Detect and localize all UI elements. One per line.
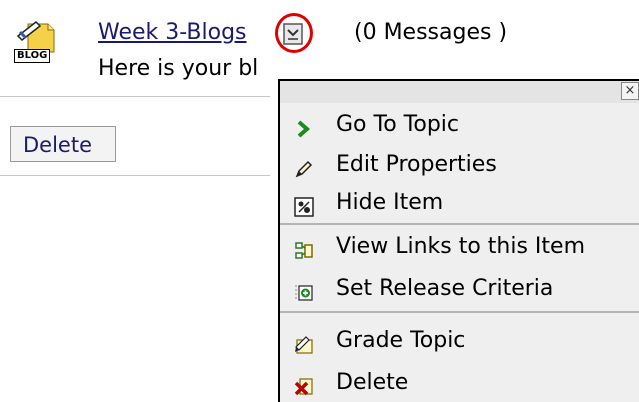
blog-badge: BLOG	[14, 49, 51, 63]
pencil-icon	[294, 155, 314, 178]
menu-item-label: Grade Topic	[336, 328, 466, 353]
menu-separator	[280, 311, 639, 313]
menu-item-label: Delete	[336, 370, 409, 395]
grade-icon	[294, 331, 314, 354]
delete-button[interactable]: Delete	[10, 126, 116, 162]
divider	[0, 96, 270, 97]
menu-item-set-release-criteria[interactable]: Set Release Criteria	[280, 271, 639, 307]
menu-item-label: Go To Topic	[336, 112, 459, 137]
menu-item-view-links[interactable]: View Links to this Item	[280, 229, 639, 265]
menu-item-hide-item[interactable]: Hide Item	[280, 185, 639, 221]
blog-icon: BLOG	[14, 20, 58, 64]
release-criteria-icon	[294, 279, 314, 301]
context-menu: × Go To Topic Edit Properties Hide Item …	[278, 79, 639, 402]
divider	[0, 175, 270, 176]
topic-description: Here is your bl	[98, 56, 259, 81]
links-icon	[294, 237, 314, 259]
context-menu-header: ×	[280, 81, 639, 103]
menu-item-label: Edit Properties	[336, 152, 497, 177]
topic-title-link[interactable]: Week 3-Blogs	[98, 18, 247, 48]
menu-item-delete[interactable]: Delete	[280, 365, 639, 401]
page: BLOG Week 3-Blogs (0 Messages ) Here is …	[0, 0, 639, 402]
menu-item-label: Set Release Criteria	[336, 276, 554, 301]
menu-separator	[280, 223, 639, 225]
highlight-circle	[275, 13, 313, 53]
hide-icon	[294, 193, 314, 217]
message-count: (0 Messages )	[354, 20, 508, 45]
menu-item-label: Hide Item	[336, 190, 444, 215]
delete-x-icon	[294, 373, 314, 396]
menu-item-grade-topic[interactable]: Grade Topic	[280, 323, 639, 359]
chevron-right-icon	[294, 115, 314, 138]
close-icon[interactable]: ×	[621, 82, 639, 100]
menu-item-edit-properties[interactable]: Edit Properties	[280, 147, 639, 183]
menu-item-go-to-topic[interactable]: Go To Topic	[280, 107, 639, 143]
menu-item-label: View Links to this Item	[336, 234, 586, 259]
